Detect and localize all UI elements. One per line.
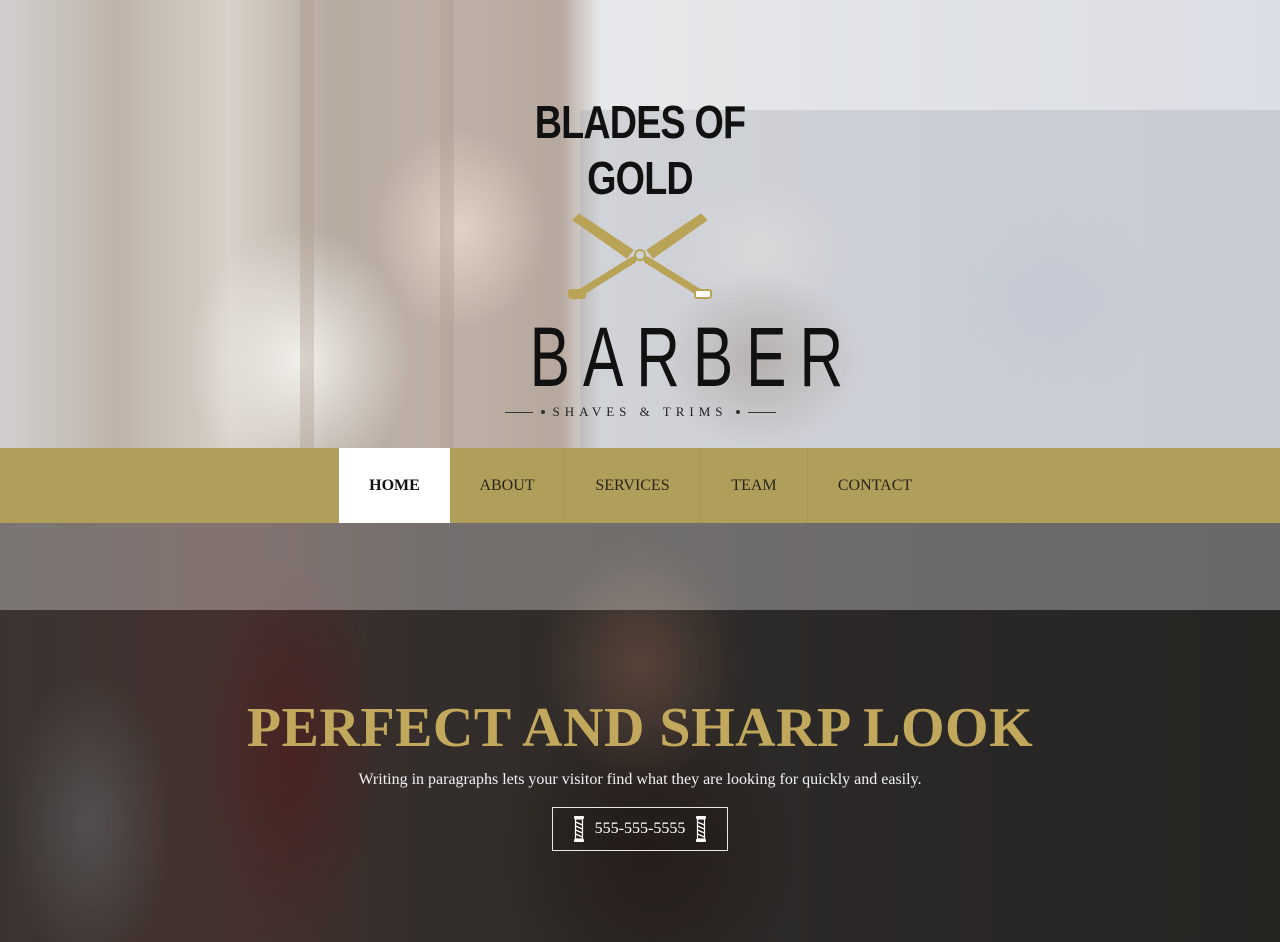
phone-call-button[interactable]: 555-555-5555 [552, 807, 728, 851]
background-overlay [0, 523, 1280, 610]
logo-subtitle: SHAVES & TRIMS [552, 404, 728, 419]
nav-menu: HOME ABOUT SERVICES TEAM CONTACT [339, 448, 942, 523]
nav-item-contact[interactable]: CONTACT [808, 448, 942, 523]
barber-pole-icon [696, 816, 707, 842]
nav-item-home[interactable]: HOME [339, 448, 450, 523]
site-logo[interactable]: BLADES OF GOLD BARBER SHAVES & TRIMS [470, 90, 843, 419]
main-nav: HOME ABOUT SERVICES TEAM CONTACT [0, 448, 1280, 523]
crossed-razors-icon [568, 213, 712, 300]
nav-item-services[interactable]: SERVICES [565, 448, 701, 523]
divider [504, 411, 533, 413]
logo-main-text: BARBER [529, 310, 857, 404]
header-hero: BLADES OF GOLD BARBER SHAVES & TRIMS [0, 0, 1280, 448]
hero-subline: Writing in paragraphs lets your visitor … [358, 771, 922, 788]
divider-dot [540, 410, 545, 414]
divider [747, 411, 776, 413]
nav-item-about[interactable]: ABOUT [450, 448, 565, 523]
logo-top-text: BLADES OF GOLD [534, 96, 746, 204]
hero-section: PERFECT AND SHARP LOOK Writing in paragr… [0, 523, 1280, 942]
phone-number: 555-555-5555 [594, 820, 686, 837]
barber-pole-icon [573, 816, 584, 842]
logo-subtitle-row: SHAVES & TRIMS [470, 404, 810, 420]
divider-dot [735, 410, 740, 414]
nav-item-team[interactable]: TEAM [701, 448, 808, 523]
hero-headline: PERFECT AND SHARP LOOK [246, 697, 1034, 759]
